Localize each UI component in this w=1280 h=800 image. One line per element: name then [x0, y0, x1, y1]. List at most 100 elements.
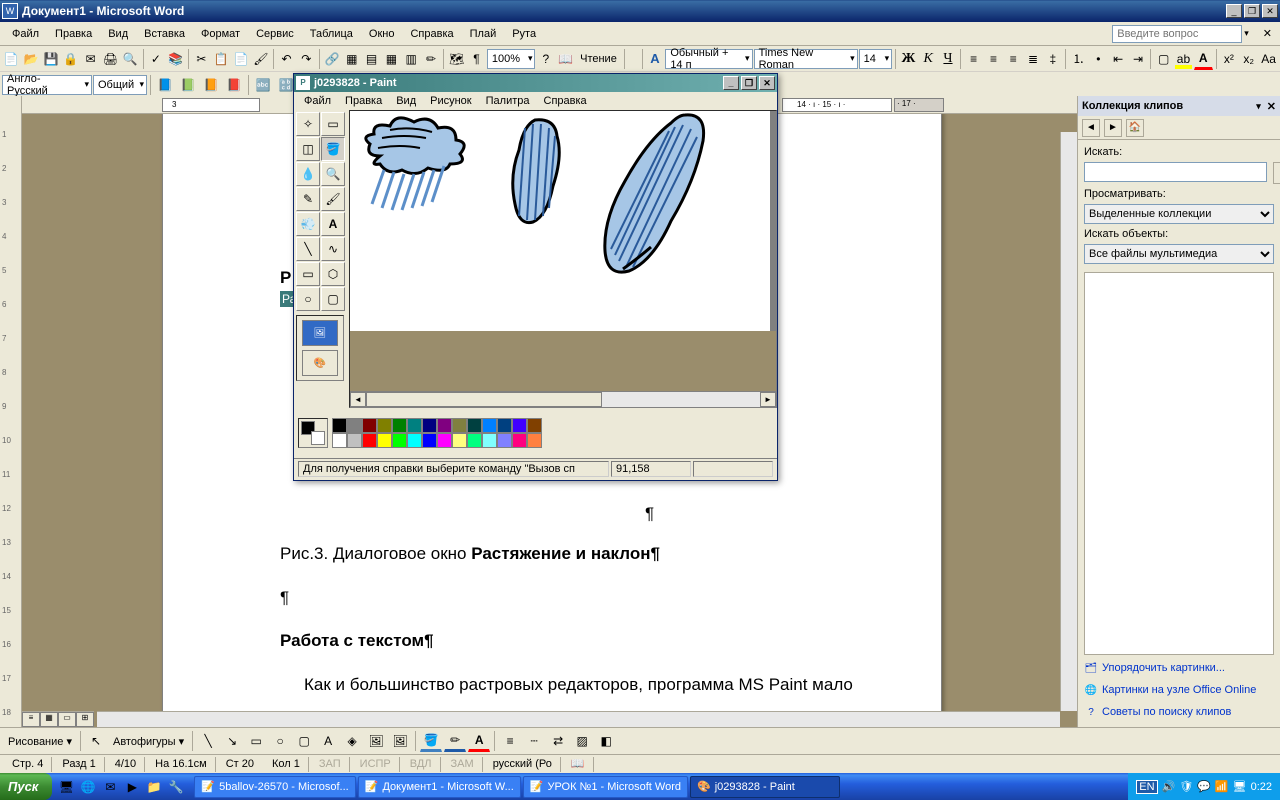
organize-clips-link[interactable]: 🗂Упорядочить картинки...: [1084, 659, 1274, 677]
palette-color[interactable]: [422, 433, 437, 448]
status-ovr[interactable]: ЗАМ: [443, 757, 483, 772]
menu-plai[interactable]: Плай: [462, 26, 505, 42]
clipart-search-button[interactable]: Начать: [1273, 162, 1280, 184]
borders-button[interactable]: ▢: [1154, 48, 1173, 70]
horizontal-scrollbar[interactable]: [97, 711, 1060, 727]
dash-style-button[interactable]: ┄: [523, 730, 545, 752]
change-case-button[interactable]: Aa: [1259, 48, 1278, 70]
palette-color[interactable]: [347, 418, 362, 433]
task-document1[interactable]: 📝 Документ1 - Microsoft W...: [358, 776, 521, 798]
palette-color[interactable]: [482, 418, 497, 433]
airbrush-tool[interactable]: 💨: [296, 212, 320, 236]
status-trk[interactable]: ИСПР: [352, 757, 400, 772]
vertical-scrollbar[interactable]: [1060, 132, 1077, 711]
tray-icon4[interactable]: 📶: [1215, 780, 1229, 793]
align-right-button[interactable]: ≡: [1004, 48, 1023, 70]
align-center-button[interactable]: ≡: [984, 48, 1003, 70]
office-online-link[interactable]: 🌐Картинки на узле Office Online: [1084, 681, 1274, 699]
tb2-btn3[interactable]: 📙: [200, 74, 222, 96]
close-button[interactable]: ✕: [1262, 4, 1278, 18]
tray-icon2[interactable]: 🛡: [1179, 780, 1193, 793]
palette-color[interactable]: [392, 418, 407, 433]
palette-color[interactable]: [527, 418, 542, 433]
palette-color[interactable]: [452, 418, 467, 433]
excel-button[interactable]: ▦: [382, 48, 401, 70]
palette-color[interactable]: [512, 433, 527, 448]
brush-tool[interactable]: 🖌: [321, 187, 345, 211]
objects-select[interactable]: Все файлы мультимедиа: [1084, 244, 1274, 264]
palette-color[interactable]: [362, 433, 377, 448]
palette-color[interactable]: [512, 418, 527, 433]
tray-clock[interactable]: 0:22: [1251, 781, 1272, 793]
tb2-btn4[interactable]: 📕: [223, 74, 245, 96]
ql-app1[interactable]: 📁: [144, 777, 164, 797]
palette-color[interactable]: [497, 418, 512, 433]
picture-button[interactable]: 🖼: [389, 730, 411, 752]
font-color-button[interactable]: A: [1194, 48, 1213, 70]
fill-tool[interactable]: 🪣: [321, 137, 345, 161]
ellipse-tool[interactable]: ○: [296, 287, 320, 311]
polygon-tool[interactable]: ⬡: [321, 262, 345, 286]
hyperlink-button[interactable]: 🔗: [323, 48, 342, 70]
cut-button[interactable]: ✂: [192, 48, 211, 70]
browse-select[interactable]: Выделенные коллекции: [1084, 204, 1274, 224]
menu-table[interactable]: Таблица: [302, 26, 361, 42]
tb2-btn1[interactable]: 📘: [154, 74, 176, 96]
ql-app2[interactable]: 🔧: [166, 777, 186, 797]
palette-color[interactable]: [362, 418, 377, 433]
doc-close-button[interactable]: ✕: [1259, 27, 1276, 40]
tray-icon3[interactable]: 💬: [1197, 780, 1211, 793]
palette-color[interactable]: [437, 433, 452, 448]
menu-window[interactable]: Окно: [361, 26, 403, 42]
normal-view-button[interactable]: ≡: [22, 712, 40, 727]
ql-desktop[interactable]: 🖥: [56, 777, 76, 797]
status-ext[interactable]: ВДЛ: [402, 757, 441, 772]
search-tips-link[interactable]: ?Советы по поиску клипов: [1084, 703, 1274, 721]
paint-hscrollbar[interactable]: ◄►: [350, 391, 776, 407]
palette-color[interactable]: [407, 433, 422, 448]
clipart-close-button[interactable]: ✕: [1267, 100, 1276, 113]
task-paint[interactable]: 🎨 j0293828 - Paint: [690, 776, 840, 798]
status-lang[interactable]: русский (Ро: [485, 757, 561, 772]
clipart-dropdown-icon[interactable]: ▾: [1256, 101, 1261, 112]
palette-color[interactable]: [497, 433, 512, 448]
docmap-button[interactable]: 🗺: [447, 48, 466, 70]
freeform-select-tool[interactable]: ✧: [296, 112, 320, 136]
paint-close-button[interactable]: ✕: [759, 76, 775, 90]
shadow-button[interactable]: ▨: [571, 730, 593, 752]
clipart-back-button[interactable]: ◄: [1082, 119, 1100, 137]
print-view-button[interactable]: ▭: [58, 712, 76, 727]
format-painter-button[interactable]: 🖌: [251, 48, 270, 70]
numbering-button[interactable]: ⒈: [1069, 48, 1088, 70]
oval-button[interactable]: ○: [269, 730, 291, 752]
picker-tool[interactable]: 💧: [296, 162, 320, 186]
clipart-button[interactable]: 🖼: [365, 730, 387, 752]
outline-view-button[interactable]: ⊞: [76, 712, 94, 727]
menu-edit[interactable]: Правка: [47, 26, 100, 42]
rectangle-tool[interactable]: ▭: [296, 262, 320, 286]
save-button[interactable]: 💾: [42, 48, 61, 70]
menu-view[interactable]: Вид: [100, 26, 136, 42]
outdent-button[interactable]: ⇤: [1109, 48, 1128, 70]
menu-ruta[interactable]: Рута: [504, 26, 544, 42]
ask-question-box[interactable]: [1112, 25, 1242, 43]
drawing-toggle-button[interactable]: ✏: [422, 48, 441, 70]
palette-color[interactable]: [347, 433, 362, 448]
tool-option-2[interactable]: 🎨: [302, 350, 338, 376]
new-doc-button[interactable]: 📄: [2, 48, 21, 70]
permission-button[interactable]: 🔒: [61, 48, 80, 70]
columns-button[interactable]: ▥: [402, 48, 421, 70]
indent-button[interactable]: ⇥: [1129, 48, 1148, 70]
paragraph-marks-button[interactable]: ¶: [467, 48, 486, 70]
fill-color-button[interactable]: 🪣: [420, 730, 442, 752]
font-combo[interactable]: Times New Roman: [754, 49, 858, 69]
palette-color[interactable]: [437, 418, 452, 433]
bold-button[interactable]: Ж: [899, 48, 918, 70]
tray-icon1[interactable]: 🔊: [1162, 780, 1176, 793]
undo-button[interactable]: ↶: [277, 48, 296, 70]
paint-maximize-button[interactable]: ❐: [741, 76, 757, 90]
clipart-home-button[interactable]: 🏠: [1126, 119, 1144, 137]
menu-format[interactable]: Формат: [193, 26, 248, 42]
autoshapes-menu[interactable]: Автофигуры ▾: [109, 735, 188, 748]
palette-color[interactable]: [332, 433, 347, 448]
